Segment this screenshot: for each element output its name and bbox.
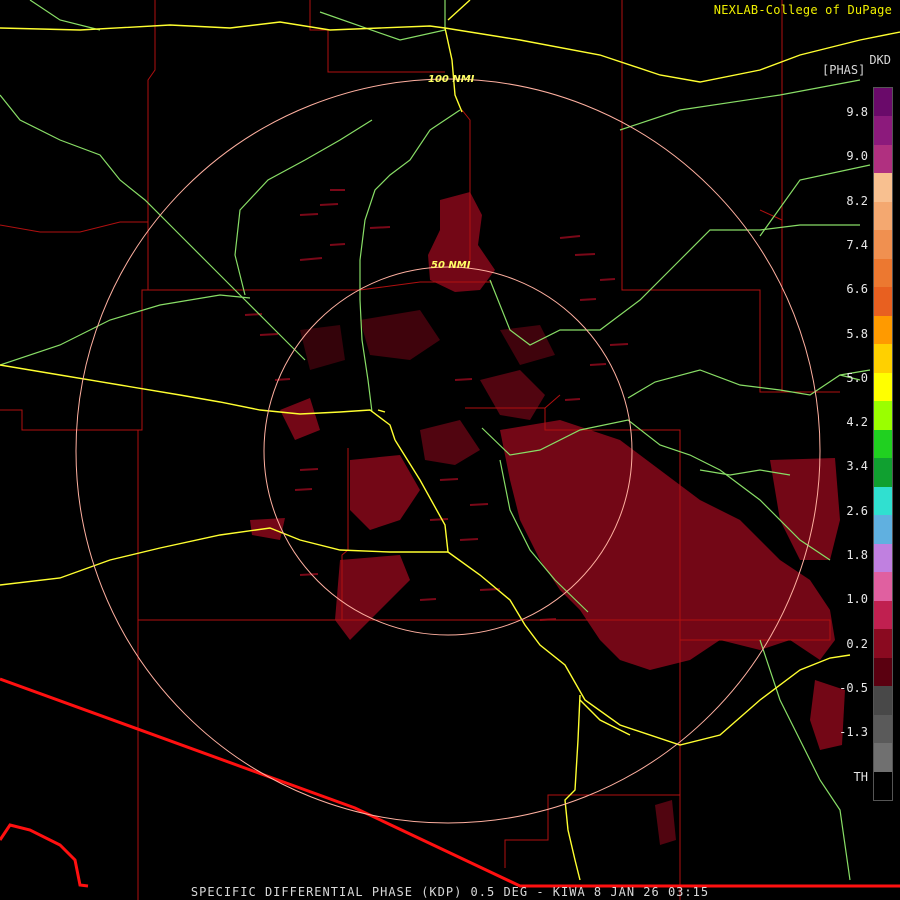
color-scale-swatch	[874, 515, 892, 545]
color-scale-swatch	[874, 486, 892, 516]
color-scale-tick: 9.8	[846, 105, 868, 119]
color-scale-swatch	[874, 657, 892, 687]
color-scale-swatch	[874, 714, 892, 744]
color-scale-tick: 6.6	[846, 282, 868, 297]
color-scale-tick: 8.2	[846, 193, 868, 208]
color-scale-swatch	[874, 543, 892, 573]
legend-unit: [PHAS]	[822, 63, 866, 77]
color-scale-swatch	[874, 572, 892, 602]
color-scale-swatch	[874, 344, 892, 374]
color-scale-tick: 2.6	[846, 503, 868, 518]
color-scale-swatch	[874, 230, 892, 260]
ring-label-100: 100 NMI	[428, 74, 475, 85]
color-scale-tick: TH	[853, 769, 868, 784]
ring-label-50: 50 NMI	[431, 260, 471, 271]
color-scale-swatch	[874, 315, 892, 345]
color-scale-tick: 9.0	[846, 149, 868, 164]
color-scale-tick: 3.4	[846, 459, 868, 474]
color-scale-swatch	[874, 258, 892, 288]
radar-map: 50 NMI 100 NMI	[0, 0, 900, 900]
credit-label: NEXLAB-College of DuPage	[713, 3, 892, 17]
product-footer: SPECIFIC DIFFERENTIAL PHASE (KDP) 0.5 DE…	[190, 885, 710, 899]
color-scale-tick: 7.4	[846, 237, 868, 252]
legend-product-code: DKD	[869, 53, 891, 67]
color-scale-swatch	[874, 88, 892, 117]
color-scale-swatch	[874, 458, 892, 488]
color-scale-swatch	[874, 144, 892, 174]
color-scale-swatch	[874, 173, 892, 203]
color-scale-tick: 1.0	[846, 592, 868, 607]
color-scale-swatch	[874, 771, 892, 801]
color-scale-tick: -0.5	[839, 680, 868, 695]
color-scale-swatch	[874, 401, 892, 431]
color-scale-tick: -1.3	[839, 725, 868, 740]
color-scale-swatch	[874, 287, 892, 317]
color-scale-swatch	[874, 743, 892, 772]
color-scale-swatch	[874, 429, 892, 459]
color-scale-swatch	[874, 116, 892, 146]
color-scale-tick: 4.2	[846, 415, 868, 430]
color-scale-tick: 0.2	[846, 636, 868, 651]
color-scale-tick: 1.8	[846, 548, 868, 562]
color-scale-tick: 5.0	[846, 370, 868, 385]
color-scale-swatch	[874, 372, 892, 402]
color-scale-swatch	[874, 600, 892, 630]
color-scale-swatch	[874, 686, 892, 716]
color-scale-tick: 5.8	[846, 326, 868, 341]
color-scale-bar	[873, 87, 893, 801]
color-scale-swatch	[874, 201, 892, 231]
color-scale-swatch	[874, 629, 892, 659]
